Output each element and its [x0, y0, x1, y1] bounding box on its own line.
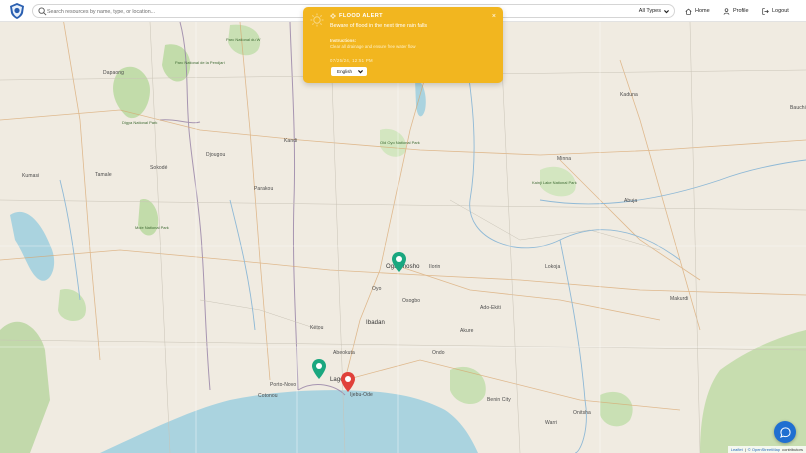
- alert-instructions-label: Instructions:: [330, 38, 357, 43]
- park-label: Parc National de la Pendjari: [175, 60, 225, 65]
- place-label: Oyo: [372, 286, 382, 292]
- map-marker-red[interactable]: [341, 372, 355, 392]
- language-select[interactable]: English: [331, 67, 367, 76]
- place-label: Abuja: [624, 198, 638, 204]
- sun-icon: [310, 13, 324, 27]
- place-label: Ado-Ekiti: [480, 305, 501, 311]
- place-label: Kétou: [310, 325, 324, 331]
- flood-alert-card: FLOOD ALERT × Beware of flood in the nex…: [303, 7, 503, 83]
- user-icon: [723, 7, 730, 15]
- park-label: Parc National du W: [226, 37, 261, 42]
- place-label: Sokodé: [150, 165, 168, 171]
- alert-title: FLOOD ALERT: [330, 13, 383, 19]
- place-label: Ibadan: [366, 320, 385, 326]
- chat-button[interactable]: [774, 421, 796, 443]
- park-label: Old Oyo National Park: [380, 140, 420, 145]
- type-filter-label: All Types: [638, 8, 661, 14]
- logout-label: Logout: [772, 8, 789, 14]
- place-label: Onitsha: [573, 410, 591, 416]
- shield-logo-icon[interactable]: [10, 3, 24, 19]
- place-label: Bauchi: [790, 105, 806, 111]
- place-label: Kumasi: [22, 173, 40, 179]
- close-icon[interactable]: ×: [492, 13, 496, 20]
- alert-message: Beware of flood in the next time rain fa…: [330, 23, 428, 29]
- map-marker-green[interactable]: [392, 252, 406, 272]
- attribution-contributors: contributors: [782, 447, 803, 452]
- park-label: Digya National Park: [122, 120, 158, 125]
- logout-icon: [762, 7, 769, 15]
- alert-timestamp: 07/25/24, 12:51 PM: [330, 58, 373, 63]
- place-label: Osogbo: [402, 298, 421, 304]
- place-label: Lokoja: [545, 264, 561, 270]
- language-select-value: English: [337, 69, 353, 74]
- place-label: Porto-Novo: [270, 382, 297, 388]
- map-marker-green[interactable]: [312, 359, 326, 379]
- sun-small-icon: [330, 13, 336, 19]
- alert-title-text: FLOOD ALERT: [339, 13, 383, 19]
- place-label: Dapaong: [103, 70, 124, 76]
- type-filter-dropdown[interactable]: All Types: [639, 5, 670, 17]
- chevron-down-icon: [664, 9, 669, 13]
- osm-link[interactable]: © OpenStreetMap: [748, 447, 780, 452]
- alert-instructions: Clear all drainage and ensure free water…: [330, 44, 416, 49]
- profile-link[interactable]: Profile: [723, 6, 749, 16]
- place-label: Kandi: [284, 138, 298, 144]
- place-label: Ijebu-Ode: [350, 392, 373, 398]
- place-label: Benin City: [487, 397, 511, 403]
- place-label: Djougou: [206, 152, 226, 158]
- search-icon: [38, 7, 47, 16]
- place-label: Kaduna: [620, 92, 638, 98]
- place-label: Makurdi: [670, 296, 689, 302]
- attribution-separator: |: [744, 447, 746, 452]
- place-label: Ilorin: [429, 264, 441, 270]
- map-attribution: Leaflet | © OpenStreetMap contributors: [727, 446, 806, 453]
- place-label: Abeokuta: [333, 350, 355, 356]
- place-label: Akure: [460, 328, 474, 334]
- park-label: Mole National Park: [135, 225, 169, 230]
- place-label: Tamale: [95, 172, 112, 178]
- logout-button[interactable]: Logout: [762, 6, 789, 16]
- home-link[interactable]: Home: [685, 6, 710, 16]
- profile-label: Profile: [733, 8, 749, 14]
- place-label: Warri: [545, 420, 558, 426]
- place-label: Ondo: [432, 350, 445, 356]
- leaflet-link[interactable]: Leaflet: [731, 447, 743, 452]
- park-label: Kainji Lake National Park: [532, 180, 577, 185]
- chevron-down-icon: [357, 70, 364, 74]
- chat-bubble-icon: [779, 426, 791, 438]
- place-label: Minna: [557, 156, 572, 162]
- place-label: Parakou: [254, 186, 274, 192]
- home-label: Home: [695, 8, 710, 14]
- place-label: Cotonou: [258, 393, 278, 399]
- home-icon: [685, 8, 692, 15]
